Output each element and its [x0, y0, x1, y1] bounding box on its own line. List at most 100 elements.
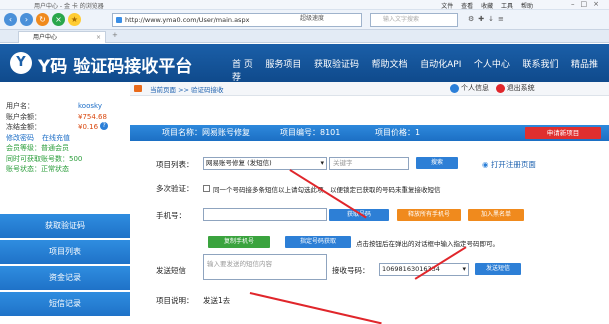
logout-icon — [495, 83, 505, 93]
project-desc-label: 项目说明： — [156, 296, 194, 305]
status-label: 账号状态： — [6, 165, 41, 173]
side-item-project-list[interactable]: 项目列表 — [0, 240, 130, 264]
status-value: 正常状态 — [41, 165, 69, 173]
window-titlebar: 用户中心 - 金 卡 的浏览器 文件 查看 收藏 工具 帮助 –□× — [0, 0, 609, 10]
menu-view[interactable]: 查看 — [461, 3, 473, 10]
change-password-link[interactable]: 修改密码 — [6, 133, 34, 144]
nav-user-center[interactable]: 个人中心 — [474, 60, 510, 70]
refresh-icon[interactable]: ↻ — [36, 13, 49, 26]
close-icon[interactable]: × — [593, 0, 605, 8]
close-tab-icon[interactable]: × — [96, 32, 101, 43]
side-item-sms-records[interactable]: 短信记录 — [0, 292, 130, 316]
online-recharge-link[interactable]: 在线充值 — [42, 133, 70, 144]
blacklist-button[interactable]: 加入黑名单 — [468, 209, 524, 221]
nav-get-code[interactable]: 获取验证码 — [314, 60, 359, 70]
address-bar[interactable]: http://www.yma0.com/User/main.aspx — [112, 13, 362, 27]
forward-icon[interactable]: › — [20, 13, 33, 26]
favorite-icon[interactable]: ✚ — [478, 15, 488, 23]
site-header: Y Y码 验证码接收平台 首 页 服务项目 获取验证码 帮助文档 自动化API … — [0, 44, 609, 83]
side-item-get-code[interactable]: 获取验证码 — [0, 214, 130, 238]
account-info: 用户名： koosky 账户余额： ¥754.68 冻结金额： ¥0.16? 修改密码… — [6, 101, 124, 175]
new-tab-icon[interactable]: + — [112, 31, 118, 39]
window-menu: 文件 查看 收藏 工具 帮助 — [441, 1, 539, 10]
side-item-funds[interactable]: 资金记录 — [0, 266, 130, 290]
project-select[interactable]: 网易账号修复 (发短信) ▾ — [203, 157, 327, 170]
nav-home[interactable]: 首 页 — [232, 60, 253, 70]
maximize-icon[interactable]: □ — [581, 0, 594, 8]
project-desc-value: 发送1去 — [203, 296, 231, 305]
project-price: 项目价格：1 — [375, 128, 421, 137]
specify-number-button[interactable]: 指定号码获取 — [285, 236, 351, 248]
keyword-input[interactable]: 关键字 — [329, 157, 409, 170]
copy-phone-button[interactable]: 复制手机号 — [208, 236, 270, 248]
user-icon — [450, 83, 459, 93]
browser-toolbar: ‹ › ↻ × ★ http://www.yma0.com/User/main.… — [0, 10, 609, 30]
nav-contact[interactable]: 联系我们 — [522, 60, 558, 70]
receiver-label: 接收号码： — [332, 266, 370, 275]
open-register-page-link[interactable]: ◉ 打开注册页面 — [482, 159, 536, 170]
open-page-text: 打开注册页面 — [490, 160, 536, 169]
speed-mode[interactable]: 超级速度 — [300, 13, 324, 22]
get-number-button[interactable]: 获取号码 — [329, 209, 389, 221]
minimize-icon[interactable]: – — [571, 0, 581, 8]
menu-tools[interactable]: 工具 — [501, 3, 513, 10]
frozen-label: 冻结金额： — [6, 123, 41, 131]
username-label: 用户名： — [6, 102, 34, 110]
username-value: koosky — [78, 102, 102, 110]
project-select-value: 网易账号修复 (发短信) — [206, 159, 272, 167]
new-project-button[interactable]: 申请新项目 — [525, 127, 601, 139]
side-menu: 获取验证码 项目列表 资金记录 短信记录 — [0, 214, 130, 318]
menu-favorites[interactable]: 收藏 — [481, 3, 493, 10]
download-icon[interactable]: ↓ — [488, 15, 498, 23]
nav-help[interactable]: 帮助文档 — [372, 60, 408, 70]
page-icon — [116, 17, 122, 23]
user-info-link[interactable]: 个人信息 — [461, 84, 489, 92]
tab-user-center[interactable]: 用户中心 × — [18, 31, 106, 43]
breadcrumb-bar: 当前页面 >> 验证码接收 个人信息 退出系统 — [130, 82, 609, 96]
sidebar: 用户名： koosky 账户余额： ¥754.68 冻结金额： ¥0.16? 修改密码… — [0, 96, 130, 316]
menu-icon[interactable]: ≡ — [498, 15, 508, 23]
home-icon[interactable]: ★ — [68, 13, 81, 26]
chevron-down-icon: ▾ — [462, 265, 466, 273]
search-input[interactable]: 输入文字搜索 — [370, 13, 458, 27]
nav-api[interactable]: 自动化API — [420, 60, 461, 70]
concurrent-label: 同时可获取账号数： — [6, 154, 69, 163]
release-all-button[interactable]: 释放所有手机号 — [397, 209, 461, 221]
multi-receive-checkbox[interactable] — [203, 185, 210, 192]
project-info-bar: 项目名称：网易账号修复 项目编号：8101 项目价格：1 申请新项目 — [130, 125, 609, 141]
tools-icon[interactable]: ⚙ — [468, 15, 478, 23]
frozen-value: ¥0.16 — [78, 123, 99, 131]
help-icon[interactable]: ? — [100, 122, 109, 130]
send-sms-label: 发送短信 — [156, 266, 186, 275]
breadcrumb[interactable]: 当前页面 >> 验证码接收 — [150, 84, 224, 94]
logout-link[interactable]: 退出系统 — [507, 84, 535, 92]
menu-help[interactable]: 帮助 — [521, 3, 533, 10]
phone-input[interactable] — [203, 208, 327, 221]
search-button[interactable]: 搜索 — [416, 157, 458, 169]
project-name: 项目名称：网易账号修复 — [162, 128, 250, 137]
main-content: 项目名称：网易账号修复 项目编号：8101 项目价格：1 申请新项目 项目列表：… — [130, 96, 609, 324]
project-list-label: 项目列表： — [156, 160, 194, 169]
member-level-value: 普通会员 — [41, 144, 69, 152]
sms-content-textarea[interactable]: 输入要发送的短信内容 — [203, 254, 327, 280]
annotation-arrow-3 — [249, 292, 382, 324]
balance-value: ¥754.68 — [78, 112, 107, 121]
menu-file[interactable]: 文件 — [441, 3, 453, 10]
toolbar-icons: ⚙✚↓≡ — [468, 15, 508, 23]
back-icon[interactable]: ‹ — [4, 13, 17, 26]
project-id: 项目编号：8101 — [280, 128, 341, 137]
concurrent-value: 500 — [69, 154, 83, 163]
nav-services[interactable]: 服务项目 — [265, 60, 301, 70]
site-logo[interactable]: Y码 验证码接收平台 — [38, 52, 192, 77]
main-nav: 首 页 服务项目 获取验证码 帮助文档 自动化API 个人中心 联系我们 精品推… — [232, 57, 609, 83]
user-links: 个人信息 退出系统 — [450, 83, 535, 93]
logo-icon: Y — [10, 52, 32, 74]
phone-label: 手机号： — [156, 211, 186, 220]
globe-icon: ◉ — [482, 160, 489, 169]
chevron-down-icon: ▾ — [320, 159, 324, 167]
home-crumb-icon — [134, 85, 142, 92]
stop-icon[interactable]: × — [52, 13, 65, 26]
tab-bar: 用户中心 × + — [0, 30, 609, 43]
receiver-select[interactable]: 10698163016334 ▾ — [379, 263, 469, 276]
send-sms-button[interactable]: 发送短信 — [475, 263, 521, 275]
